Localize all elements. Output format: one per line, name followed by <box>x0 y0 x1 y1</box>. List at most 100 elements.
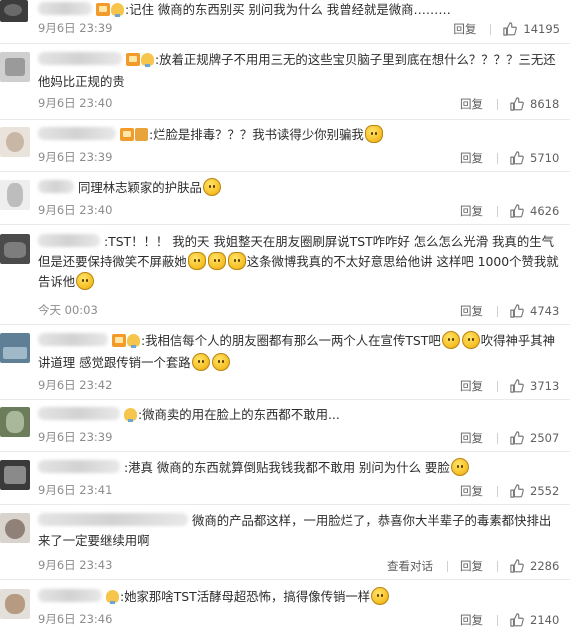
like-thumb-icon[interactable] <box>510 431 524 445</box>
reply-button[interactable]: 回复 <box>453 21 476 37</box>
avatar[interactable] <box>0 589 30 619</box>
divider <box>0 119 570 120</box>
like-thumb-icon[interactable] <box>510 613 524 627</box>
like-count: 2286 <box>530 559 560 573</box>
cat-emoji-icon <box>364 125 383 143</box>
reply-button[interactable]: 回复 <box>460 558 483 574</box>
reply-button[interactable]: 回复 <box>460 150 483 166</box>
laugh-emoji-icon <box>211 353 230 371</box>
smile-emoji-icon <box>461 331 480 349</box>
avatar[interactable] <box>0 127 30 157</box>
divider <box>0 224 570 225</box>
like-count: 2552 <box>530 484 560 498</box>
avatar[interactable] <box>0 52 30 82</box>
action-separator <box>497 485 498 497</box>
vip-badge-icon <box>125 53 140 66</box>
user-badges <box>123 407 138 427</box>
avatar[interactable] <box>0 180 30 210</box>
comment-actions: 回复 14195 <box>453 20 560 38</box>
comment-text: :我相信每个人的朋友圈都有那么一两个人在宣传TST吧 吹得神乎其神讲道理 感觉跟传… <box>38 331 563 373</box>
comment-actions: 回复 4626 <box>460 202 560 220</box>
like-thumb-icon[interactable] <box>510 304 524 318</box>
like-thumb-icon[interactable] <box>510 204 524 218</box>
comment-body: :烂脸是排毒？？？我书读得少你别骗我 <box>148 127 364 142</box>
username-blurred[interactable] <box>38 513 188 526</box>
username-blurred[interactable] <box>38 589 102 602</box>
action-separator <box>497 305 498 317</box>
like-count: 2507 <box>530 431 560 445</box>
laugh-emoji-icon <box>450 458 469 476</box>
view-conversation-button[interactable]: 查看对话 <box>387 558 433 574</box>
username-blurred[interactable] <box>38 52 122 65</box>
comment-time: 9月6日 23:43 <box>38 558 113 572</box>
bulb-badge-icon <box>110 3 124 17</box>
divider <box>0 43 570 44</box>
reply-button[interactable]: 回复 <box>460 378 483 394</box>
action-separator <box>497 560 498 572</box>
like-count: 2140 <box>530 613 560 627</box>
like-thumb-icon[interactable] <box>510 97 524 111</box>
like-thumb-icon[interactable] <box>510 484 524 498</box>
action-separator <box>497 380 498 392</box>
avatar[interactable] <box>0 407 30 437</box>
comment-text: 同理林志颖家的护肤品 <box>38 178 563 198</box>
comment-text: :港真 微商的东西就算倒贴我钱我都不敢用 别问为什么 要脸 <box>38 458 563 478</box>
avatar[interactable] <box>0 513 30 543</box>
comment-text: :记住 微商的东西别买 别问我为什么 我曾经就是微商……… <box>38 0 563 22</box>
comment-actions: 回复 4743 <box>460 302 560 320</box>
avatar[interactable] <box>0 234 30 264</box>
smile-emoji-icon <box>441 331 460 349</box>
reply-button[interactable]: 回复 <box>460 203 483 219</box>
comment-time: 今天 00:03 <box>38 303 98 317</box>
action-separator <box>497 614 498 626</box>
avatar[interactable] <box>0 460 30 490</box>
comment-text: :她家那啥TST活酵母超恐怖，搞得像传销一样 <box>38 587 563 609</box>
comment-body: :她家那啥TST活酵母超恐怖，搞得像传销一样 <box>119 589 371 604</box>
username-blurred[interactable] <box>38 180 74 193</box>
username-blurred[interactable] <box>38 333 108 346</box>
reply-button[interactable]: 回复 <box>460 96 483 112</box>
reply-button[interactable]: 回复 <box>460 430 483 446</box>
action-separator <box>497 152 498 164</box>
like-thumb-icon[interactable] <box>503 22 518 36</box>
action-separator <box>497 432 498 444</box>
reply-button[interactable]: 回复 <box>460 303 483 319</box>
username-blurred[interactable] <box>38 2 92 15</box>
vip-badge-icon <box>95 3 110 16</box>
comment-time: 9月6日 23:39 <box>38 21 113 35</box>
sleepy-emoji-icon <box>371 587 390 605</box>
like-count: 5710 <box>530 151 560 165</box>
like-thumb-icon[interactable] <box>510 559 524 573</box>
username-blurred[interactable] <box>38 127 116 140</box>
action-separator <box>497 98 498 110</box>
like-thumb-icon[interactable] <box>510 151 524 165</box>
comment-actions: 回复 2140 <box>460 611 560 629</box>
comment-text: :TST！！！ 我的天 我姐整天在朋友圈刷屏说TST咋咋好 怎么怎么光滑 我真的… <box>38 232 563 292</box>
comment-text: 微商的产品都这样，一用脸烂了，恭喜你大半辈子的毒素都快排出来了一定要继续用啊 <box>38 511 563 551</box>
bulb-badge-icon <box>123 408 137 422</box>
action-separator <box>490 23 492 35</box>
reply-button[interactable]: 回复 <box>460 483 483 499</box>
comment-time: 9月6日 23:42 <box>38 378 113 392</box>
gold-badge-icon <box>134 128 148 141</box>
like-count: 8618 <box>530 97 560 111</box>
avatar[interactable] <box>0 0 28 22</box>
user-badges <box>111 333 141 353</box>
divider <box>0 399 570 400</box>
comment-body: :港真 微商的东西就算倒贴我钱我都不敢用 别问为什么 要脸 <box>123 460 450 475</box>
like-thumb-icon[interactable] <box>510 379 524 393</box>
user-badges <box>125 52 155 72</box>
divider <box>0 579 570 580</box>
reply-button[interactable]: 回复 <box>460 612 483 628</box>
username-blurred[interactable] <box>38 460 120 473</box>
bulb-badge-icon <box>140 53 154 67</box>
sad-emoji-icon <box>76 272 95 290</box>
divider <box>0 451 570 452</box>
username-blurred[interactable] <box>38 407 120 420</box>
like-count: 4743 <box>530 304 560 318</box>
avatar[interactable] <box>0 333 30 363</box>
username-blurred[interactable] <box>38 234 100 247</box>
comment-body: 同理林志颖家的护肤品 <box>77 180 202 195</box>
comment-time: 9月6日 23:40 <box>38 96 113 110</box>
cat-emoji-icon <box>227 252 246 270</box>
